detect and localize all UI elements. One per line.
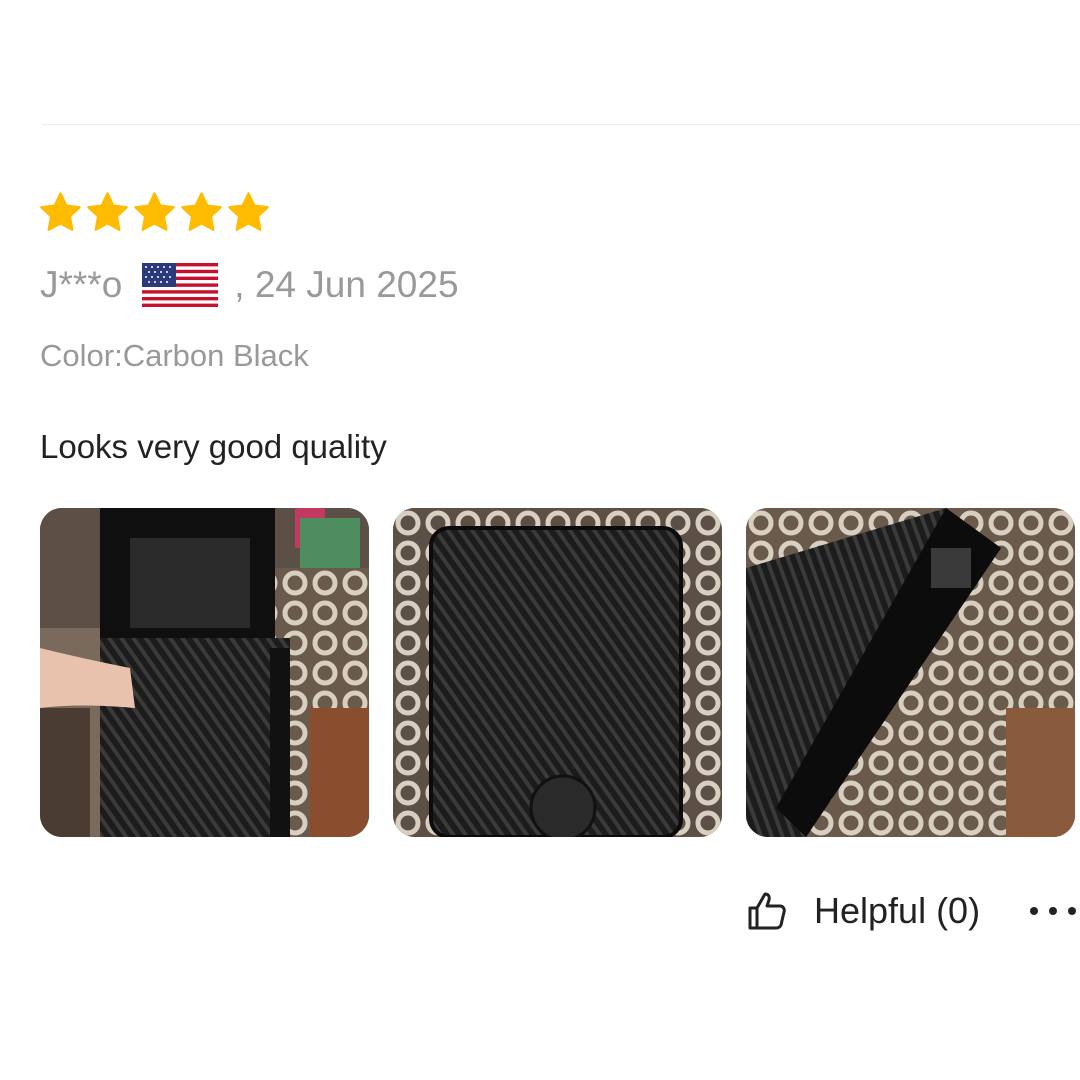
star-icon [181,192,222,231]
more-dots-icon [1049,907,1057,915]
more-options-button[interactable] [1030,892,1076,930]
wallet-photo-front [393,508,722,837]
color-variant: Color:Carbon Black [40,338,309,373]
review-photo-1[interactable] [40,508,369,837]
star-icon [228,192,269,231]
review-text: Looks very good quality [40,428,387,465]
more-dots-icon [1030,907,1038,915]
review-photo-3[interactable] [746,508,1075,837]
thumbs-up-icon [748,892,786,930]
star-icon [87,192,128,231]
wallet-photo-side [746,508,1075,837]
us-flag-icon [142,263,219,307]
review-photo-2[interactable] [393,508,722,837]
star-icon [134,192,175,231]
reviewer-name: J***o [40,264,123,305]
more-dots-icon [1068,907,1076,915]
wallet-photo-open [40,508,369,837]
helpful-button[interactable]: Helpful (0) [746,884,980,938]
helpful-label: Helpful (0) [814,890,981,931]
review-meta: J***o , 24 Jun 2025 [40,258,459,312]
review-date: , 24 Jun 2025 [234,264,459,305]
section-divider [42,124,1080,125]
star-icon [40,192,81,231]
rating-stars [38,190,271,235]
review-photos [40,508,1075,837]
